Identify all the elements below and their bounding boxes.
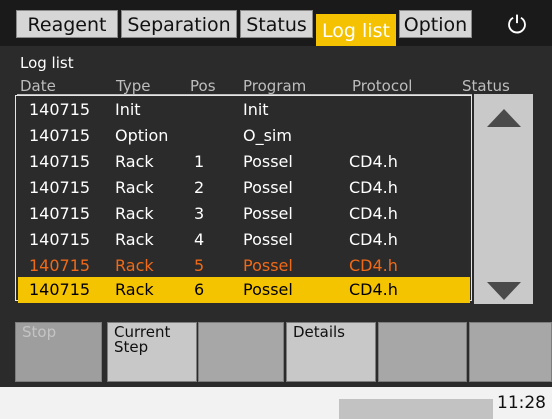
log-row[interactable]: 140715 Rack 3 Possel CD4.h ✓ bbox=[18, 201, 490, 227]
current-step-label-line2: Step bbox=[114, 338, 149, 356]
top-tab-bar: Reagent Separation Status Log list Optio… bbox=[0, 0, 552, 46]
tab-separation[interactable]: Separation bbox=[121, 10, 237, 38]
cell-date: 140715 bbox=[29, 256, 91, 275]
cell-pos: 5 bbox=[194, 256, 205, 275]
tab-log-list[interactable]: Log list bbox=[316, 14, 396, 46]
cell-program: Init bbox=[243, 100, 269, 119]
cell-date: 140715 bbox=[29, 152, 91, 171]
column-header-type: Type bbox=[116, 77, 151, 95]
cell-protocol: CD4.h bbox=[349, 178, 398, 197]
power-icon[interactable]: ⏻ bbox=[500, 8, 534, 42]
cell-program: Possel bbox=[243, 178, 293, 197]
cell-date: 140715 bbox=[29, 178, 91, 197]
cell-pos: 4 bbox=[194, 230, 205, 249]
cell-type: Rack bbox=[115, 230, 154, 249]
cell-date: 140715 bbox=[29, 204, 91, 223]
cell-date: 140715 bbox=[29, 280, 91, 299]
cell-program: Possel bbox=[243, 256, 293, 275]
tab-reagent[interactable]: Reagent bbox=[16, 10, 118, 38]
tab-option[interactable]: Option bbox=[399, 10, 472, 38]
log-row[interactable]: 140715 Rack 2 Possel CD4.h ✓ bbox=[18, 175, 490, 201]
cell-type: Rack bbox=[115, 280, 154, 299]
current-step-button[interactable]: Current Step bbox=[107, 322, 197, 382]
log-row-selected[interactable]: 140715 Rack 6 Possel CD4.h ✕ bbox=[18, 277, 490, 303]
cell-type: Init bbox=[115, 100, 141, 119]
scroll-up-icon[interactable] bbox=[487, 109, 521, 127]
cell-protocol: CD4.h bbox=[349, 280, 398, 299]
cell-protocol: CD4.h bbox=[349, 256, 398, 275]
log-row[interactable]: 140715 Rack 4 Possel CD4.h ✓ bbox=[18, 227, 490, 253]
cell-type: Rack bbox=[115, 204, 154, 223]
stop-label: Stop bbox=[22, 323, 57, 341]
log-row[interactable]: 140715 Init Init ✓ bbox=[18, 97, 490, 123]
status-segment bbox=[339, 399, 493, 419]
clock: 11:28 bbox=[497, 393, 546, 413]
empty-button bbox=[469, 322, 552, 382]
tab-status[interactable]: Status bbox=[240, 10, 313, 38]
empty-button bbox=[198, 322, 284, 382]
cell-type: Rack bbox=[115, 152, 154, 171]
details-button[interactable]: Details bbox=[286, 322, 376, 382]
details-label: Details bbox=[293, 323, 346, 341]
cell-type: Rack bbox=[115, 256, 154, 275]
log-row[interactable]: 140715 Rack 1 Possel CD4.h ✓ bbox=[18, 149, 490, 175]
cell-protocol: CD4.h bbox=[349, 152, 398, 171]
cell-program: Possel bbox=[243, 152, 293, 171]
column-header-program: Program bbox=[243, 77, 307, 95]
cell-type: Option bbox=[115, 126, 169, 145]
stop-button[interactable]: Stop bbox=[15, 322, 102, 382]
cell-pos: 2 bbox=[194, 178, 205, 197]
cell-program: Possel bbox=[243, 204, 293, 223]
cell-pos: 3 bbox=[194, 204, 205, 223]
cell-date: 140715 bbox=[29, 100, 91, 119]
cell-type: Rack bbox=[115, 178, 154, 197]
cell-pos: 1 bbox=[194, 152, 205, 171]
cell-program: Possel bbox=[243, 280, 293, 299]
column-header-pos: Pos bbox=[190, 77, 216, 95]
column-header-protocol: Protocol bbox=[352, 77, 413, 95]
cell-date: 140715 bbox=[29, 230, 91, 249]
cell-date: 140715 bbox=[29, 126, 91, 145]
log-row[interactable]: 140715 Option O_sim ✓ bbox=[18, 123, 490, 149]
cell-program: Possel bbox=[243, 230, 293, 249]
cell-program: O_sim bbox=[243, 126, 292, 145]
cell-protocol: CD4.h bbox=[349, 230, 398, 249]
cell-protocol: CD4.h bbox=[349, 204, 398, 223]
column-header-status: Status bbox=[462, 77, 510, 95]
cell-pos: 6 bbox=[194, 280, 205, 299]
scroll-down-icon[interactable] bbox=[487, 282, 521, 300]
empty-button bbox=[378, 322, 467, 382]
log-row-error[interactable]: 140715 Rack 5 Possel CD4.h ✕ bbox=[18, 253, 490, 279]
column-header-date: Date bbox=[20, 77, 56, 95]
log-list-title: Log list bbox=[20, 54, 74, 72]
